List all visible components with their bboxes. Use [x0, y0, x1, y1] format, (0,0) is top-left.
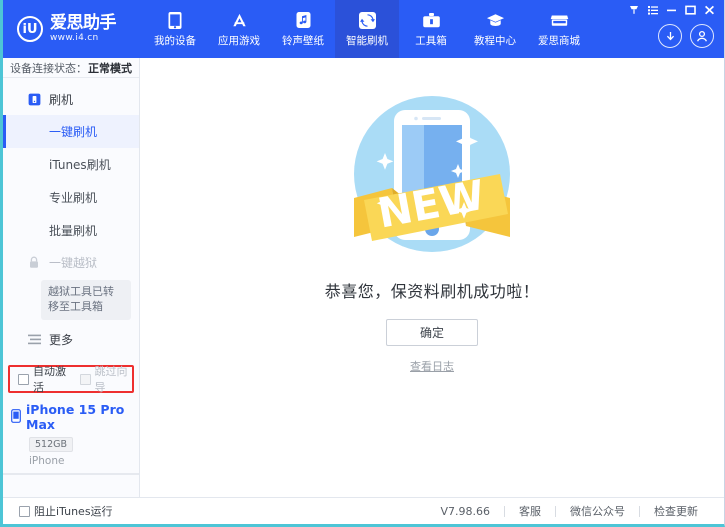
app-body: 设备连接状态： 正常模式 刷机 一键刷机 iTunes刷机 专业刷机 批量刷机 …	[3, 58, 724, 497]
checkbox-label: 阻止iTunes运行	[34, 505, 113, 518]
flash-device-icon	[27, 93, 41, 107]
sidebar-item-pro-flash[interactable]: 专业刷机	[3, 181, 139, 214]
nav-label: 应用游戏	[218, 34, 260, 47]
connection-status-label: 设备连接状态：	[10, 61, 87, 75]
device-name-row: iPhone 15 Pro Max	[11, 402, 139, 432]
graduation-cap-icon	[486, 11, 505, 30]
app-footer: 阻止iTunes运行 V7.98.66 客服 微信公众号 检查更新	[3, 497, 724, 524]
logo-title: 爱思助手	[50, 12, 117, 33]
nav-label: 爱思商城	[538, 34, 580, 47]
sidebar-group-flash[interactable]: 刷机	[3, 84, 139, 115]
window-controls	[625, 2, 718, 17]
sidebar-item-label: 一键刷机	[49, 125, 98, 140]
checkbox-box	[19, 505, 30, 517]
connected-device-card[interactable]: iPhone 15 Pro Max 512GB iPhone	[3, 397, 139, 475]
nav-label: 我的设备	[154, 34, 196, 47]
checkbox-box	[18, 373, 29, 385]
auto-activate-checkbox[interactable]: 自动激活	[18, 363, 71, 395]
nav-item-my-device[interactable]: 我的设备	[143, 0, 207, 58]
skip-wizard-checkbox: 跳过向导	[79, 363, 133, 395]
sidebar-item-label: 专业刷机	[49, 191, 98, 206]
header-account-icons	[658, 24, 714, 48]
sidebar-item-itunes-flash[interactable]: iTunes刷机	[3, 148, 139, 181]
footer-right: V7.98.66 客服 微信公众号 检查更新	[140, 503, 724, 519]
maximize-icon[interactable]	[682, 2, 699, 17]
music-icon	[294, 11, 313, 30]
sidebar-item-batch-flash[interactable]: 批量刷机	[3, 214, 139, 247]
jailbreak-tooltip: 越狱工具已转移至工具箱	[41, 280, 131, 321]
toolbox-icon	[422, 11, 441, 30]
device-type: iPhone	[29, 455, 65, 468]
sidebar-bottom-spacer	[3, 474, 139, 497]
footer-left: 阻止iTunes运行	[3, 503, 140, 519]
phone-icon	[166, 11, 185, 30]
sidebar-group-label: 一键越狱	[49, 256, 98, 271]
sidebar: 设备连接状态： 正常模式 刷机 一键刷机 iTunes刷机 专业刷机 批量刷机 …	[3, 58, 140, 497]
store-icon	[550, 11, 569, 30]
main-content: NEW 恭喜您，保资料刷机成功啦！ 确定 查看日志	[140, 58, 724, 497]
appstore-icon	[230, 11, 249, 30]
sidebar-group-label: 更多	[49, 333, 74, 348]
sidebar-item-other-tools[interactable]: 其他工具	[3, 355, 139, 359]
flash-options-highlight: 自动激活 跳过向导	[8, 363, 134, 395]
logo-subtitle: www.i4.cn	[50, 32, 99, 43]
checkbox-label: 自动激活	[33, 365, 66, 395]
sidebar-item-label: 批量刷机	[49, 224, 98, 239]
user-account-icon[interactable]	[690, 24, 714, 48]
nav-item-store[interactable]: 爱思商城	[527, 0, 591, 58]
sidebar-item-one-click-flash[interactable]: 一键刷机	[3, 115, 139, 149]
sidebar-item-label: iTunes刷机	[49, 158, 111, 173]
footer-item-support[interactable]: 客服	[505, 503, 555, 519]
nav-label: 铃声壁纸	[282, 34, 324, 47]
device-capacity-badge: 512GB	[29, 437, 74, 453]
app-header: iU 爱思助手 www.i4.cn 我的设备 应用游戏 铃声壁纸 智能刷机 工具…	[3, 0, 724, 58]
footer-item-check-update[interactable]: 检查更新	[640, 503, 712, 519]
version-label: V7.98.66	[440, 504, 490, 518]
footer-item-wechat[interactable]: 微信公众号	[556, 503, 639, 519]
close-icon[interactable]	[701, 2, 718, 17]
view-log-link[interactable]: 查看日志	[410, 358, 454, 374]
nav-item-ringtones-wallpapers[interactable]: 铃声壁纸	[271, 0, 335, 58]
device-name: iPhone 15 Pro Max	[26, 402, 125, 433]
block-itunes-checkbox[interactable]: 阻止iTunes运行	[19, 503, 113, 519]
nav-label: 工具箱	[415, 34, 447, 47]
download-icon[interactable]	[658, 24, 682, 48]
connection-status: 设备连接状态： 正常模式	[3, 58, 139, 79]
connection-status-value: 正常模式	[88, 61, 132, 75]
sidebar-nav: 刷机 一键刷机 iTunes刷机 专业刷机 批量刷机 一键越狱 越狱工具已转移至…	[3, 78, 139, 360]
logo-text: 爱思助手 www.i4.cn	[50, 12, 117, 43]
nav-label: 教程中心	[474, 34, 516, 47]
confirm-button[interactable]: 确定	[386, 319, 478, 346]
phone-small-icon	[11, 408, 21, 427]
logo-mark-icon: iU	[17, 16, 43, 42]
checkbox-box	[79, 373, 91, 385]
skin-icon[interactable]	[625, 2, 642, 17]
app-window: iU 爱思助手 www.i4.cn 我的设备 应用游戏 铃声壁纸 智能刷机 工具…	[0, 0, 725, 527]
list-icon	[27, 333, 41, 347]
menu-icon[interactable]	[644, 2, 661, 17]
main-nav: 我的设备 应用游戏 铃声壁纸 智能刷机 工具箱 教程中心 爱思商城	[143, 0, 591, 58]
success-message: 恭喜您，保资料刷机成功啦！	[324, 282, 540, 301]
minimize-icon[interactable]	[663, 2, 680, 17]
sidebar-group-more[interactable]: 更多	[3, 324, 139, 355]
refresh-icon	[358, 11, 377, 30]
nav-item-apps-games[interactable]: 应用游戏	[207, 0, 271, 58]
nav-item-toolbox[interactable]: 工具箱	[399, 0, 463, 58]
nav-item-smart-flash[interactable]: 智能刷机	[335, 0, 399, 58]
nav-label: 智能刷机	[346, 34, 388, 47]
new-phone-badge-illustration: NEW	[332, 74, 532, 274]
app-logo: iU 爱思助手 www.i4.cn	[3, 0, 143, 58]
sidebar-group-label: 刷机	[49, 93, 74, 108]
nav-item-tutorial-center[interactable]: 教程中心	[463, 0, 527, 58]
sidebar-group-jailbreak: 一键越狱	[3, 247, 139, 278]
checkbox-label: 跳过向导	[94, 365, 128, 395]
lock-icon	[27, 256, 41, 270]
